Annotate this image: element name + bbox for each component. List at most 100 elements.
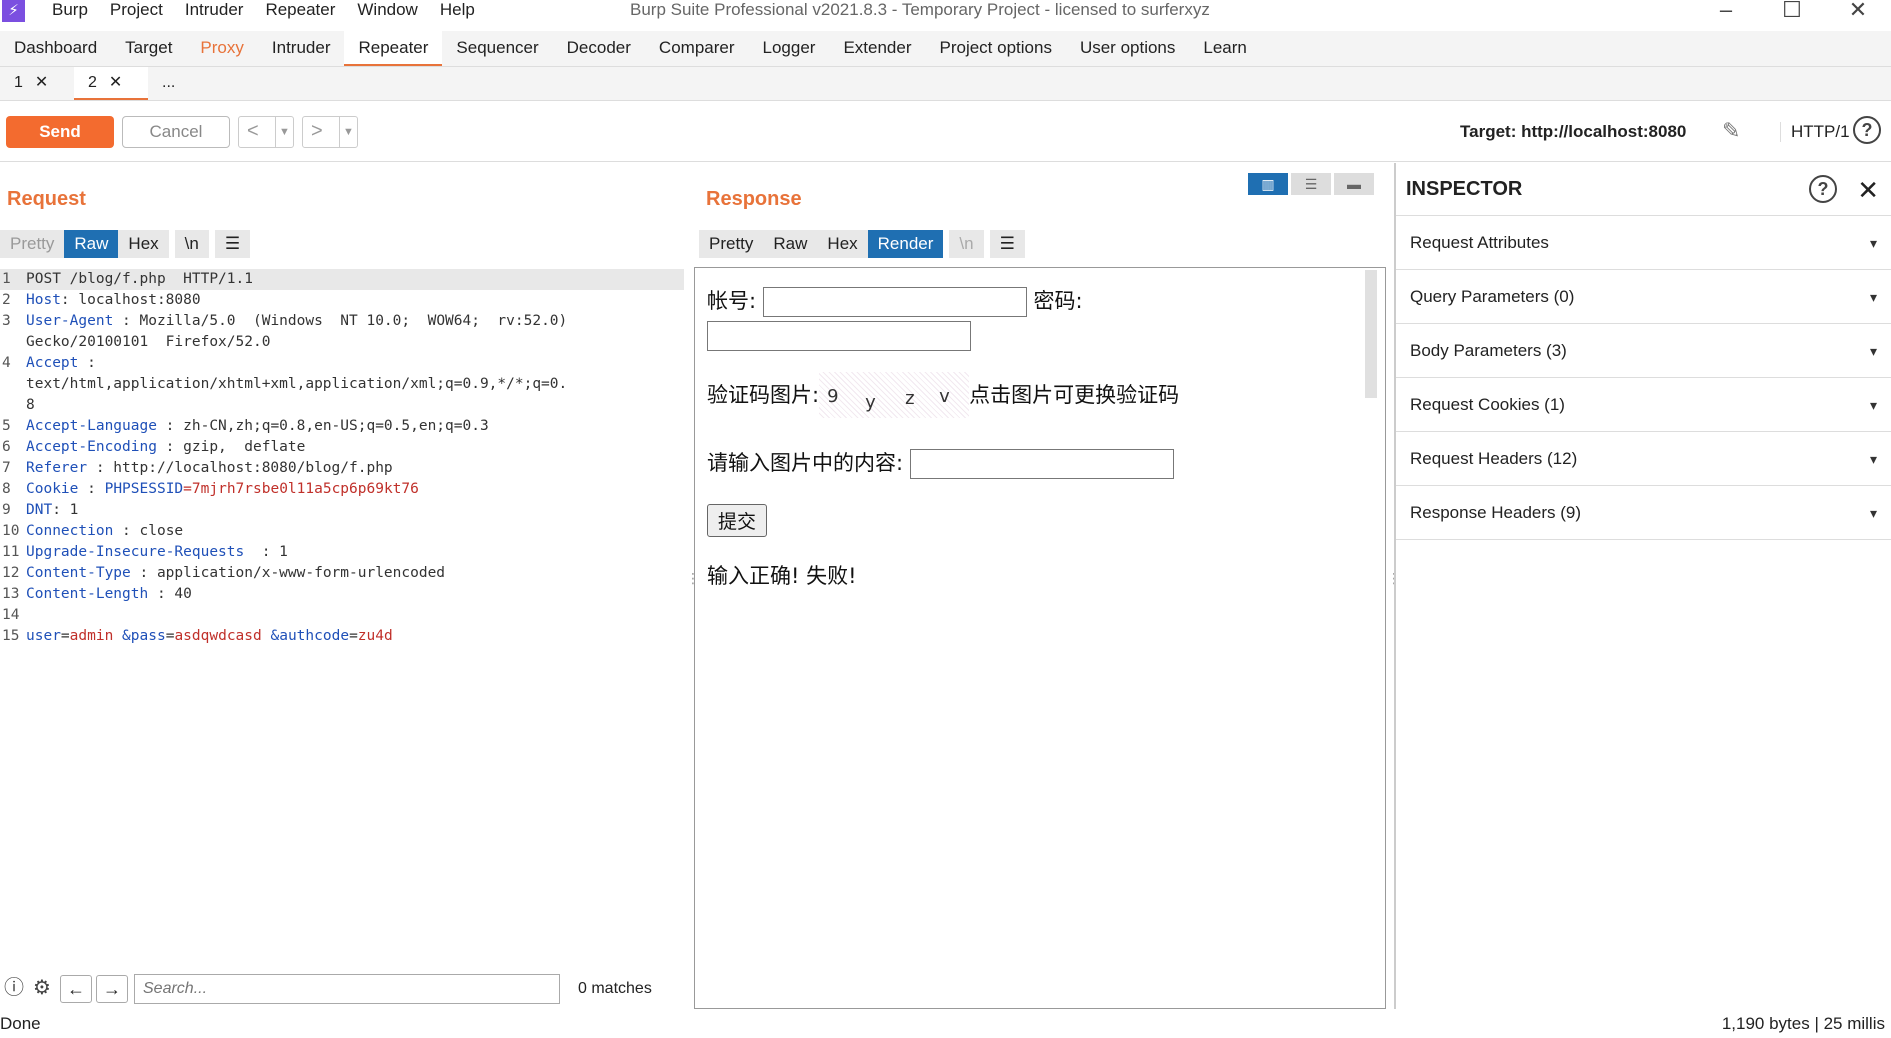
account-input[interactable] [762, 287, 1027, 317]
tab-extender[interactable]: Extender [829, 31, 925, 66]
captcha-image[interactable]: 9 y z v [819, 372, 970, 418]
http-version[interactable]: HTTP/1 [1780, 122, 1850, 142]
menu-icon[interactable]: ☰ [214, 230, 251, 258]
menu-window[interactable]: Window [357, 0, 417, 20]
section-body-parameters[interactable]: Body Parameters (3) ▾ [1396, 324, 1891, 378]
menu-intruder[interactable]: Intruder [185, 0, 244, 20]
header-name: Content-Type [26, 565, 131, 581]
help-icon[interactable]: ⓘ [0, 975, 28, 1003]
request-panel: Request Pretty Raw Hex \n ☰ 1 POST /blog/… [0, 163, 686, 1009]
line-number: 11 [2, 544, 20, 560]
side-by-side-icon[interactable]: ▥ [1248, 173, 1288, 195]
section-query-parameters[interactable]: Query Parameters (0) ▾ [1396, 270, 1891, 324]
menu-repeater[interactable]: Repeater [265, 0, 335, 20]
password-label: 密码: [1033, 289, 1083, 313]
section-request-cookies[interactable]: Request Cookies (1) ▾ [1396, 378, 1891, 432]
format-hex[interactable]: Hex [817, 230, 867, 258]
format-raw[interactable]: Raw [763, 230, 817, 258]
captcha-char: z [905, 388, 915, 409]
line-content: POST /blog/f.php HTTP/1.1 [26, 269, 253, 290]
tab-project-options[interactable]: Project options [926, 31, 1066, 66]
dropdown-arrow-icon[interactable]: ▼ [339, 117, 357, 147]
line-number: 2 [2, 292, 11, 308]
help-icon[interactable]: ? [1809, 175, 1837, 203]
section-request-headers[interactable]: Request Headers (12) ▾ [1396, 432, 1891, 486]
repeater-tab-1[interactable]: 1 ✕ [0, 67, 74, 100]
close-icon[interactable]: ✕ [1857, 175, 1879, 206]
burp-logo-icon: ⚡ [2, 0, 25, 22]
tab-repeater[interactable]: Repeater [344, 31, 443, 66]
section-request-attributes[interactable]: Request Attributes ▾ [1396, 216, 1891, 270]
header-value: : 1 [52, 502, 79, 518]
main-tabs: Dashboard Target Proxy Intruder Repeater… [0, 31, 1891, 67]
maximize-icon[interactable]: ☐ [1759, 0, 1825, 21]
send-button[interactable]: Send [6, 116, 114, 148]
repeater-tab-2[interactable]: 2 ✕ [74, 67, 148, 100]
tab-learn[interactable]: Learn [1189, 31, 1260, 66]
format-render[interactable]: Render [867, 230, 944, 258]
inspector-panel: INSPECTOR ? ✕ Request Attributes ▾ Query … [1394, 163, 1891, 1009]
close-tab-icon[interactable]: ✕ [35, 74, 48, 91]
captcha-row: 验证码图片: 9 y z v 点击图片可更换验证码 [707, 372, 1179, 418]
request-line: 9 DNT: 1 [0, 500, 684, 521]
captcha-input[interactable] [909, 449, 1174, 479]
line-number [0, 332, 26, 353]
menu-icon[interactable]: ☰ [989, 230, 1025, 258]
format-pretty[interactable]: Pretty [699, 230, 763, 258]
tab-proxy[interactable]: Proxy [186, 31, 257, 66]
minimize-icon[interactable]: – [1693, 0, 1759, 21]
history-forward-button[interactable]: > ▼ [302, 116, 358, 148]
tab-decoder[interactable]: Decoder [553, 31, 645, 66]
stacked-icon[interactable]: ☰ [1291, 173, 1331, 195]
line-content: Upgrade-Insecure-Requests : 1 [26, 542, 288, 563]
tab-dashboard[interactable]: Dashboard [0, 31, 111, 66]
line-content: Connection : close [26, 521, 183, 542]
tab-sequencer[interactable]: Sequencer [442, 31, 552, 66]
previous-match-button[interactable]: ← [60, 975, 92, 1003]
tab-intruder[interactable]: Intruder [258, 31, 345, 66]
header-value: : 1 [244, 544, 288, 560]
section-label: Response Headers (9) [1410, 503, 1582, 522]
single-pane-icon[interactable]: ▬ [1334, 173, 1374, 195]
tab-user-options[interactable]: User options [1066, 31, 1189, 66]
history-back-button[interactable]: < ▼ [238, 116, 294, 148]
format-raw[interactable]: Raw [64, 230, 119, 258]
menu-burp[interactable]: Burp [52, 0, 88, 20]
header-name: Accept-Encoding [26, 439, 157, 455]
header-value: Gecko/20100101 Firefox/52.0 [26, 334, 271, 350]
header-value: POST /blog/f.php HTTP/1.1 [26, 271, 253, 287]
request-line: 10 Connection : close [0, 521, 684, 542]
close-tab-icon[interactable]: ✕ [109, 74, 122, 91]
new-tab-button[interactable]: ... [148, 67, 222, 100]
header-value: : localhost:8080 [60, 292, 201, 308]
submit-button[interactable]: 提交 [707, 504, 768, 537]
menu-help[interactable]: Help [440, 0, 475, 20]
format-hex[interactable]: Hex [118, 230, 168, 258]
next-match-button[interactable]: → [96, 975, 128, 1003]
cancel-button[interactable]: Cancel [122, 116, 230, 148]
close-icon[interactable]: ✕ [1825, 0, 1891, 21]
request-editor[interactable]: 1 POST /blog/f.php HTTP/1.1 2 Host: localho… [0, 269, 684, 647]
search-input[interactable] [134, 974, 560, 1004]
format-pretty[interactable]: Pretty [0, 230, 64, 258]
tab-logger[interactable]: Logger [749, 31, 830, 66]
line-content: User-Agent : Mozilla/5.0 (Windows NT 10.… [26, 311, 567, 332]
tab-comparer[interactable]: Comparer [645, 31, 749, 66]
pencil-icon[interactable]: ✎ [1722, 118, 1740, 144]
split-handle[interactable]: ⋮ [686, 570, 700, 587]
chevron-down-icon: ▾ [1869, 289, 1877, 305]
line-number: 9 [2, 502, 11, 518]
dropdown-arrow-icon[interactable]: ▼ [275, 117, 293, 147]
gear-icon[interactable]: ⚙ [28, 975, 56, 1003]
menu-project[interactable]: Project [110, 0, 163, 20]
password-input[interactable] [707, 321, 971, 351]
scrollbar[interactable] [1365, 270, 1377, 398]
newline-toggle[interactable]: \n [174, 230, 209, 258]
split-handle[interactable]: ⋮ [1387, 570, 1401, 587]
section-response-headers[interactable]: Response Headers (9) ▾ [1396, 486, 1891, 540]
help-icon[interactable]: ? [1853, 116, 1881, 144]
tab-target[interactable]: Target [111, 31, 186, 66]
format-group: Pretty Raw Hex [0, 230, 169, 258]
request-line: 4 Accept : [0, 353, 684, 374]
newline-toggle[interactable]: \n [949, 230, 984, 258]
